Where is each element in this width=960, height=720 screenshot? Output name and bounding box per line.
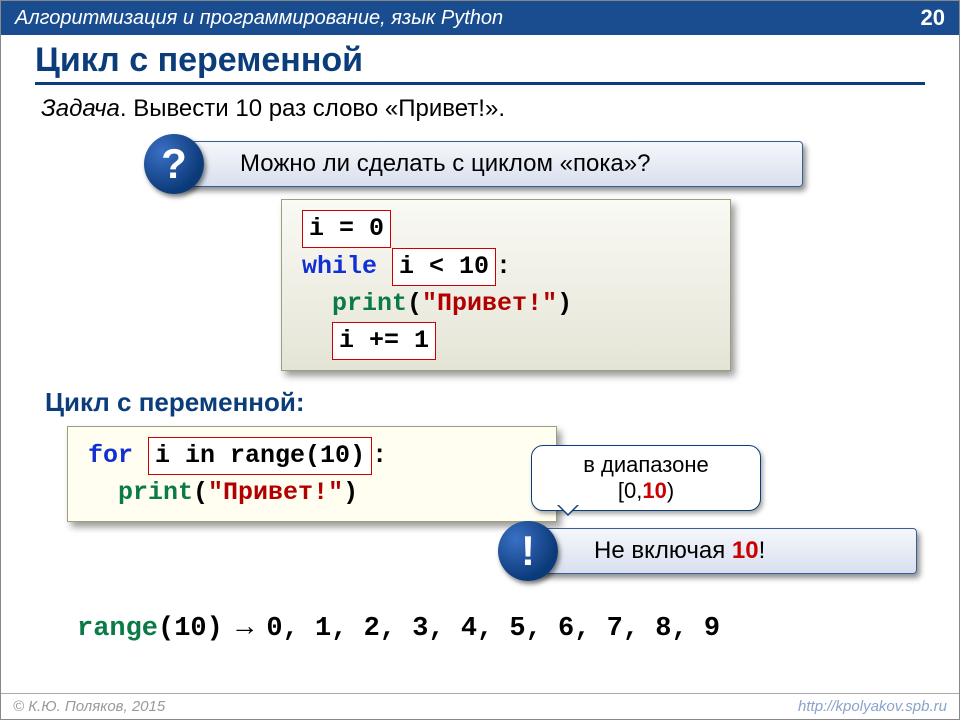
code-block-while: i = 0 while i < 10: print("Привет!") i +…	[281, 199, 731, 371]
code-highlight: i = 0	[302, 210, 391, 248]
colon: :	[372, 441, 387, 470]
code-line: print("Привет!")	[88, 475, 536, 511]
footer: © К.Ю. Поляков, 2015 http://kpolyakov.sp…	[1, 693, 959, 719]
range-bubble: в диапазоне [0,10)	[531, 445, 761, 511]
task-label: Задача	[41, 95, 120, 122]
top-bar: Алгоритмизация и программирование, язык …	[1, 1, 959, 35]
exclaim-icon: !	[498, 521, 558, 581]
warn-text: !	[759, 537, 766, 564]
slide: Алгоритмизация и программирование, язык …	[0, 0, 960, 720]
bubble-bold: 10	[642, 478, 666, 503]
keyword: for	[88, 441, 133, 470]
range-result: range(10) → 0, 1, 2, 3, 4, 5, 6, 7, 8, 9	[77, 610, 925, 644]
task-line: Задача. Вывести 10 раз слово «Привет!».	[41, 95, 919, 123]
copyright: © К.Ю. Поляков, 2015	[13, 698, 165, 715]
content: Цикл с переменной Задача. Вывести 10 раз…	[1, 35, 959, 644]
code-highlight: i < 10	[392, 248, 496, 286]
paren: (	[407, 289, 422, 318]
breadcrumb: Алгоритмизация и программирование, язык …	[15, 7, 503, 30]
paren: )	[557, 289, 572, 318]
code-block-for: for i in range(10): print("Привет!")	[67, 426, 557, 522]
warn-red: 10	[732, 537, 759, 564]
question-callout: ? Можно ли сделать с циклом «пока»?	[173, 141, 803, 187]
paren: (	[193, 478, 208, 507]
func: print	[332, 289, 407, 318]
warning-callout: ! Не включая 10!	[527, 528, 917, 574]
footer-url: http://kpolyakov.spb.ru	[798, 698, 947, 715]
task-text: . Вывести 10 раз слово «Привет!».	[120, 95, 505, 122]
values: 0, 1, 2, 3, 4, 5, 6, 7, 8, 9	[266, 614, 720, 644]
question-icon: ?	[144, 134, 204, 194]
string: "Привет!"	[422, 289, 557, 318]
code-line: print("Привет!")	[302, 286, 710, 322]
func: range	[77, 614, 158, 644]
bubble-line: в диапазоне	[542, 452, 750, 478]
code-highlight: i += 1	[332, 322, 436, 360]
arrow-icon: →	[223, 610, 267, 641]
func: print	[118, 478, 193, 507]
bubble-line: [0,10)	[542, 478, 750, 504]
colon: :	[496, 252, 511, 281]
string: "Привет!"	[208, 478, 343, 507]
code-line: i = 0	[302, 210, 710, 248]
paren: )	[343, 478, 358, 507]
keyword: while	[302, 252, 377, 281]
page-number: 20	[921, 5, 945, 31]
page-title: Цикл с переменной	[35, 41, 925, 85]
subhead: Цикл с переменной:	[45, 387, 925, 418]
args: (10)	[158, 614, 223, 644]
code-line: i += 1	[302, 322, 710, 360]
warn-text: Не включая	[594, 537, 732, 564]
code-line: while i < 10:	[302, 248, 710, 286]
question-text: Можно ли сделать с циклом «пока»?	[240, 150, 650, 177]
code-line: for i in range(10):	[88, 437, 536, 475]
code-highlight: i in range(10)	[148, 437, 372, 475]
